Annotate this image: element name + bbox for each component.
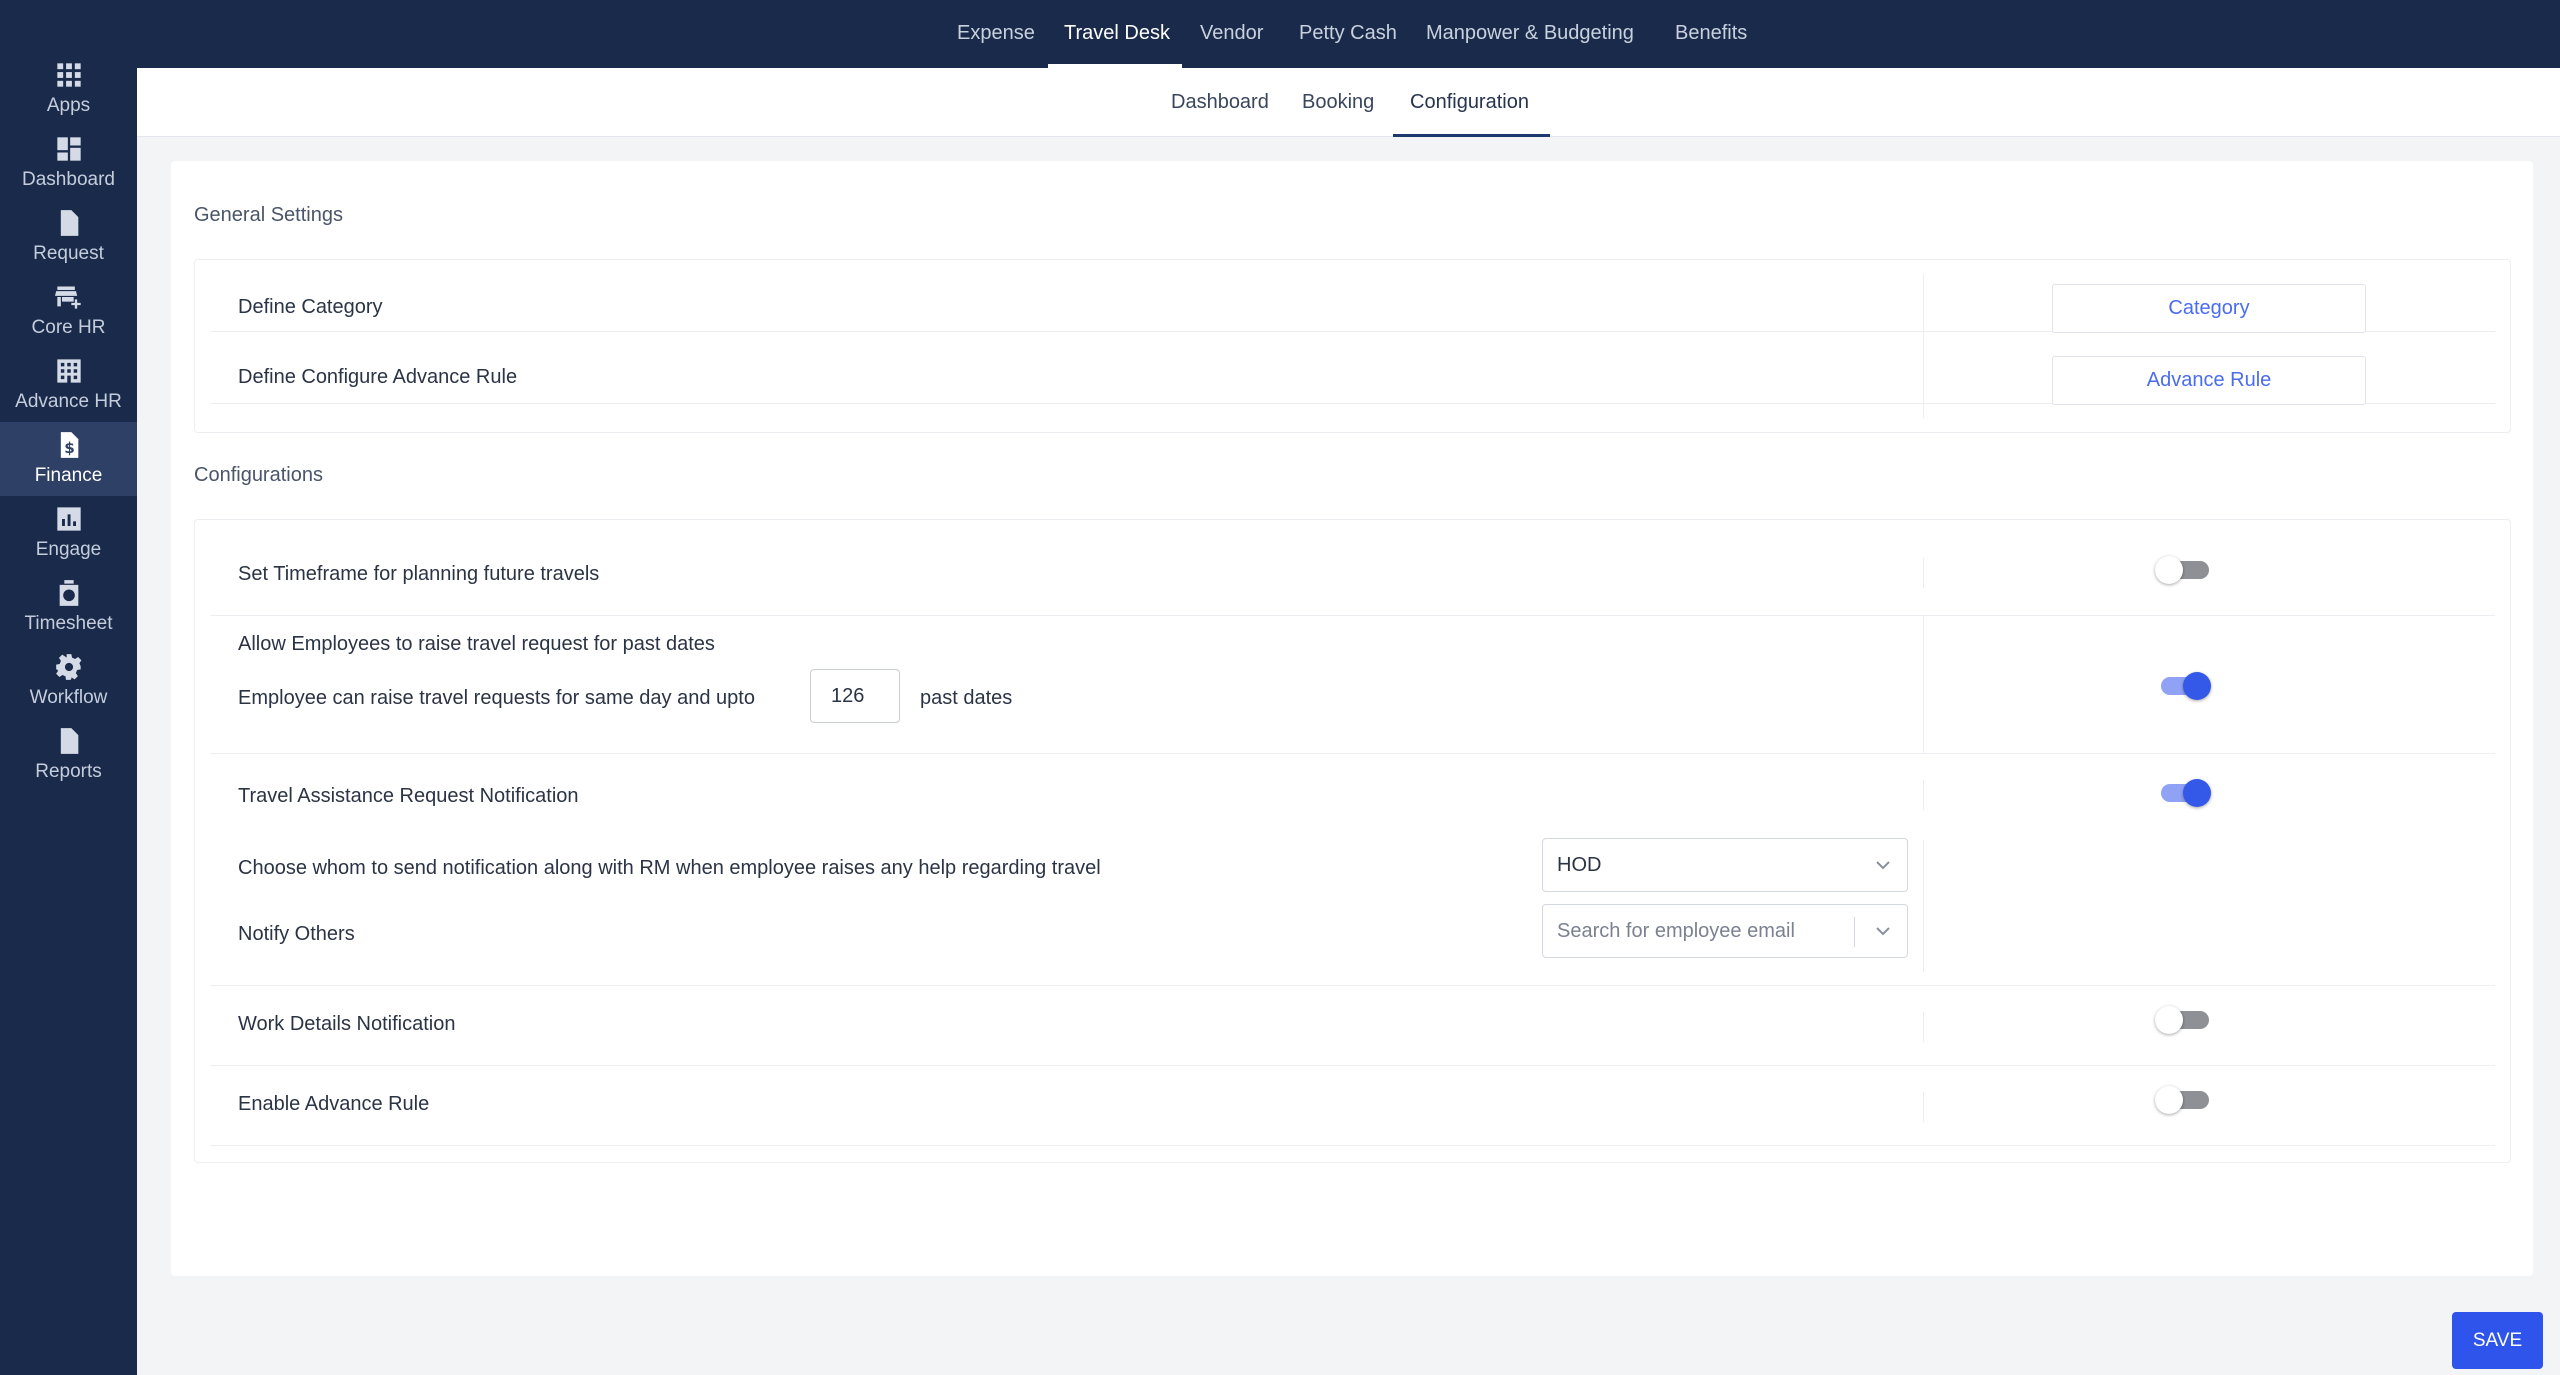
sidebar-item-request[interactable]: Request bbox=[0, 200, 137, 274]
column-divider bbox=[1923, 558, 1924, 588]
chevron-down-icon bbox=[1876, 861, 1890, 870]
sidebar-item-label: Workflow bbox=[29, 687, 108, 708]
tab-vendor[interactable]: Vendor bbox=[1200, 0, 1263, 68]
apps-grid-icon bbox=[56, 63, 81, 87]
subtab-booking[interactable]: Booking bbox=[1302, 68, 1374, 137]
sidebar-item-label: Reports bbox=[35, 761, 102, 782]
building-icon bbox=[56, 359, 81, 383]
sidebar-item-label: Advance HR bbox=[15, 391, 122, 412]
sidebar-item-label: Dashboard bbox=[22, 169, 115, 190]
general-settings-box: Define Category Define Configure Advance… bbox=[194, 259, 2511, 433]
row-work-details: Work Details Notification bbox=[210, 986, 2495, 1066]
sidebar-item-advance-hr[interactable]: Advance HR bbox=[0, 348, 137, 422]
subtab-dashboard[interactable]: Dashboard bbox=[1171, 68, 1269, 137]
tab-benefits[interactable]: Benefits bbox=[1675, 0, 1747, 68]
svg-text:$: $ bbox=[64, 439, 75, 457]
sidebar: Apps Dashboard Request Core HR Advance H… bbox=[0, 0, 137, 1375]
configurations-title: Configurations bbox=[194, 464, 323, 486]
column-divider bbox=[1923, 1092, 1924, 1122]
column-divider bbox=[1923, 1012, 1924, 1042]
advance-rule-button[interactable]: Advance Rule bbox=[2052, 356, 2366, 405]
row-past-dates: Allow Employees to raise travel request … bbox=[210, 616, 2495, 754]
assistance-toggle[interactable] bbox=[2155, 777, 2211, 807]
notify-others-label: Notify Others bbox=[238, 923, 355, 945]
configurations-box: Set Timeframe for planning future travel… bbox=[194, 519, 2511, 1163]
work-details-toggle[interactable] bbox=[2155, 1004, 2211, 1034]
tab-manpower-budgeting[interactable]: Manpower & Budgeting bbox=[1426, 0, 1634, 68]
column-divider bbox=[1923, 780, 1924, 810]
tab-expense[interactable]: Expense bbox=[957, 0, 1035, 68]
timeframe-toggle[interactable] bbox=[2155, 554, 2211, 584]
configuration-panel: General Settings Define Category Define … bbox=[171, 161, 2533, 1276]
sidebar-item-label: Timesheet bbox=[24, 613, 113, 634]
sidebar-item-reports[interactable]: Reports bbox=[0, 718, 137, 792]
past-dates-sub-suffix: past dates bbox=[920, 687, 1013, 709]
sidebar-item-dashboard[interactable]: Dashboard bbox=[0, 126, 137, 200]
column-divider bbox=[1923, 616, 1924, 754]
tab-travel-desk[interactable]: Travel Desk bbox=[1064, 0, 1170, 68]
past-dates-sub-prefix: Employee can raise travel requests for s… bbox=[238, 687, 755, 709]
sidebar-item-core-hr[interactable]: Core HR bbox=[0, 274, 137, 348]
stopwatch-icon bbox=[59, 580, 78, 606]
bar-chart-icon bbox=[56, 507, 81, 531]
past-dates-input[interactable] bbox=[810, 669, 900, 723]
past-dates-toggle[interactable] bbox=[2155, 670, 2211, 700]
general-settings-title: General Settings bbox=[194, 204, 343, 226]
store-add-icon bbox=[54, 286, 81, 309]
dollar-file-icon: $ bbox=[60, 432, 78, 458]
advance-rule-label: Enable Advance Rule bbox=[238, 1093, 430, 1115]
notify-others-select[interactable]: Search for employee email bbox=[1542, 904, 1908, 958]
sidebar-item-label: Core HR bbox=[31, 317, 106, 338]
document-icon bbox=[60, 210, 78, 236]
assistance-label: Travel Assistance Request Notification bbox=[238, 785, 579, 807]
notify-whom-select[interactable]: HOD bbox=[1542, 838, 1908, 892]
report-icon bbox=[60, 728, 78, 754]
timeframe-label: Set Timeframe for planning future travel… bbox=[238, 563, 600, 585]
select-separator bbox=[1854, 917, 1855, 947]
sidebar-item-label: Request bbox=[33, 243, 104, 264]
top-nav: Expense Travel Desk Vendor Petty Cash Ma… bbox=[137, 0, 2560, 68]
sidebar-item-finance[interactable]: $ Finance bbox=[0, 422, 137, 496]
chevron-down-icon bbox=[1876, 927, 1890, 936]
category-button[interactable]: Category bbox=[2052, 284, 2366, 333]
sidebar-item-label: Apps bbox=[46, 95, 91, 116]
save-button[interactable]: SAVE bbox=[2452, 1312, 2543, 1369]
gear-icon bbox=[55, 654, 81, 680]
subtab-configuration[interactable]: Configuration bbox=[1410, 68, 1529, 137]
active-subtab-indicator bbox=[1393, 134, 1550, 137]
sub-nav: Dashboard Booking Configuration bbox=[137, 68, 2560, 137]
row-assistance: Travel Assistance Request Notification C… bbox=[210, 754, 2495, 986]
define-advance-rule-label: Define Configure Advance Rule bbox=[238, 366, 518, 388]
notify-whom-value: HOD bbox=[1557, 854, 1602, 876]
sidebar-item-apps[interactable]: Apps bbox=[0, 52, 137, 126]
column-divider bbox=[1923, 840, 1924, 972]
sidebar-item-workflow[interactable]: Workflow bbox=[0, 644, 137, 718]
define-category-label: Define Category bbox=[238, 296, 383, 318]
row-advance-rule: Enable Advance Rule bbox=[210, 1066, 2495, 1146]
dashboard-icon bbox=[56, 137, 81, 161]
sidebar-item-engage[interactable]: Engage bbox=[0, 496, 137, 570]
sidebar-item-timesheet[interactable]: Timesheet bbox=[0, 570, 137, 644]
sidebar-item-label: Finance bbox=[34, 465, 103, 486]
advance-rule-toggle[interactable] bbox=[2155, 1084, 2211, 1114]
row-timeframe: Set Timeframe for planning future travel… bbox=[210, 520, 2495, 616]
column-divider bbox=[1923, 274, 1924, 418]
tab-petty-cash[interactable]: Petty Cash bbox=[1299, 0, 1397, 68]
notify-others-placeholder: Search for employee email bbox=[1557, 920, 1795, 942]
notify-whom-label: Choose whom to send notification along w… bbox=[238, 857, 1101, 879]
past-dates-label: Allow Employees to raise travel request … bbox=[238, 633, 715, 655]
sidebar-item-label: Engage bbox=[35, 539, 102, 560]
work-details-label: Work Details Notification bbox=[238, 1013, 456, 1035]
